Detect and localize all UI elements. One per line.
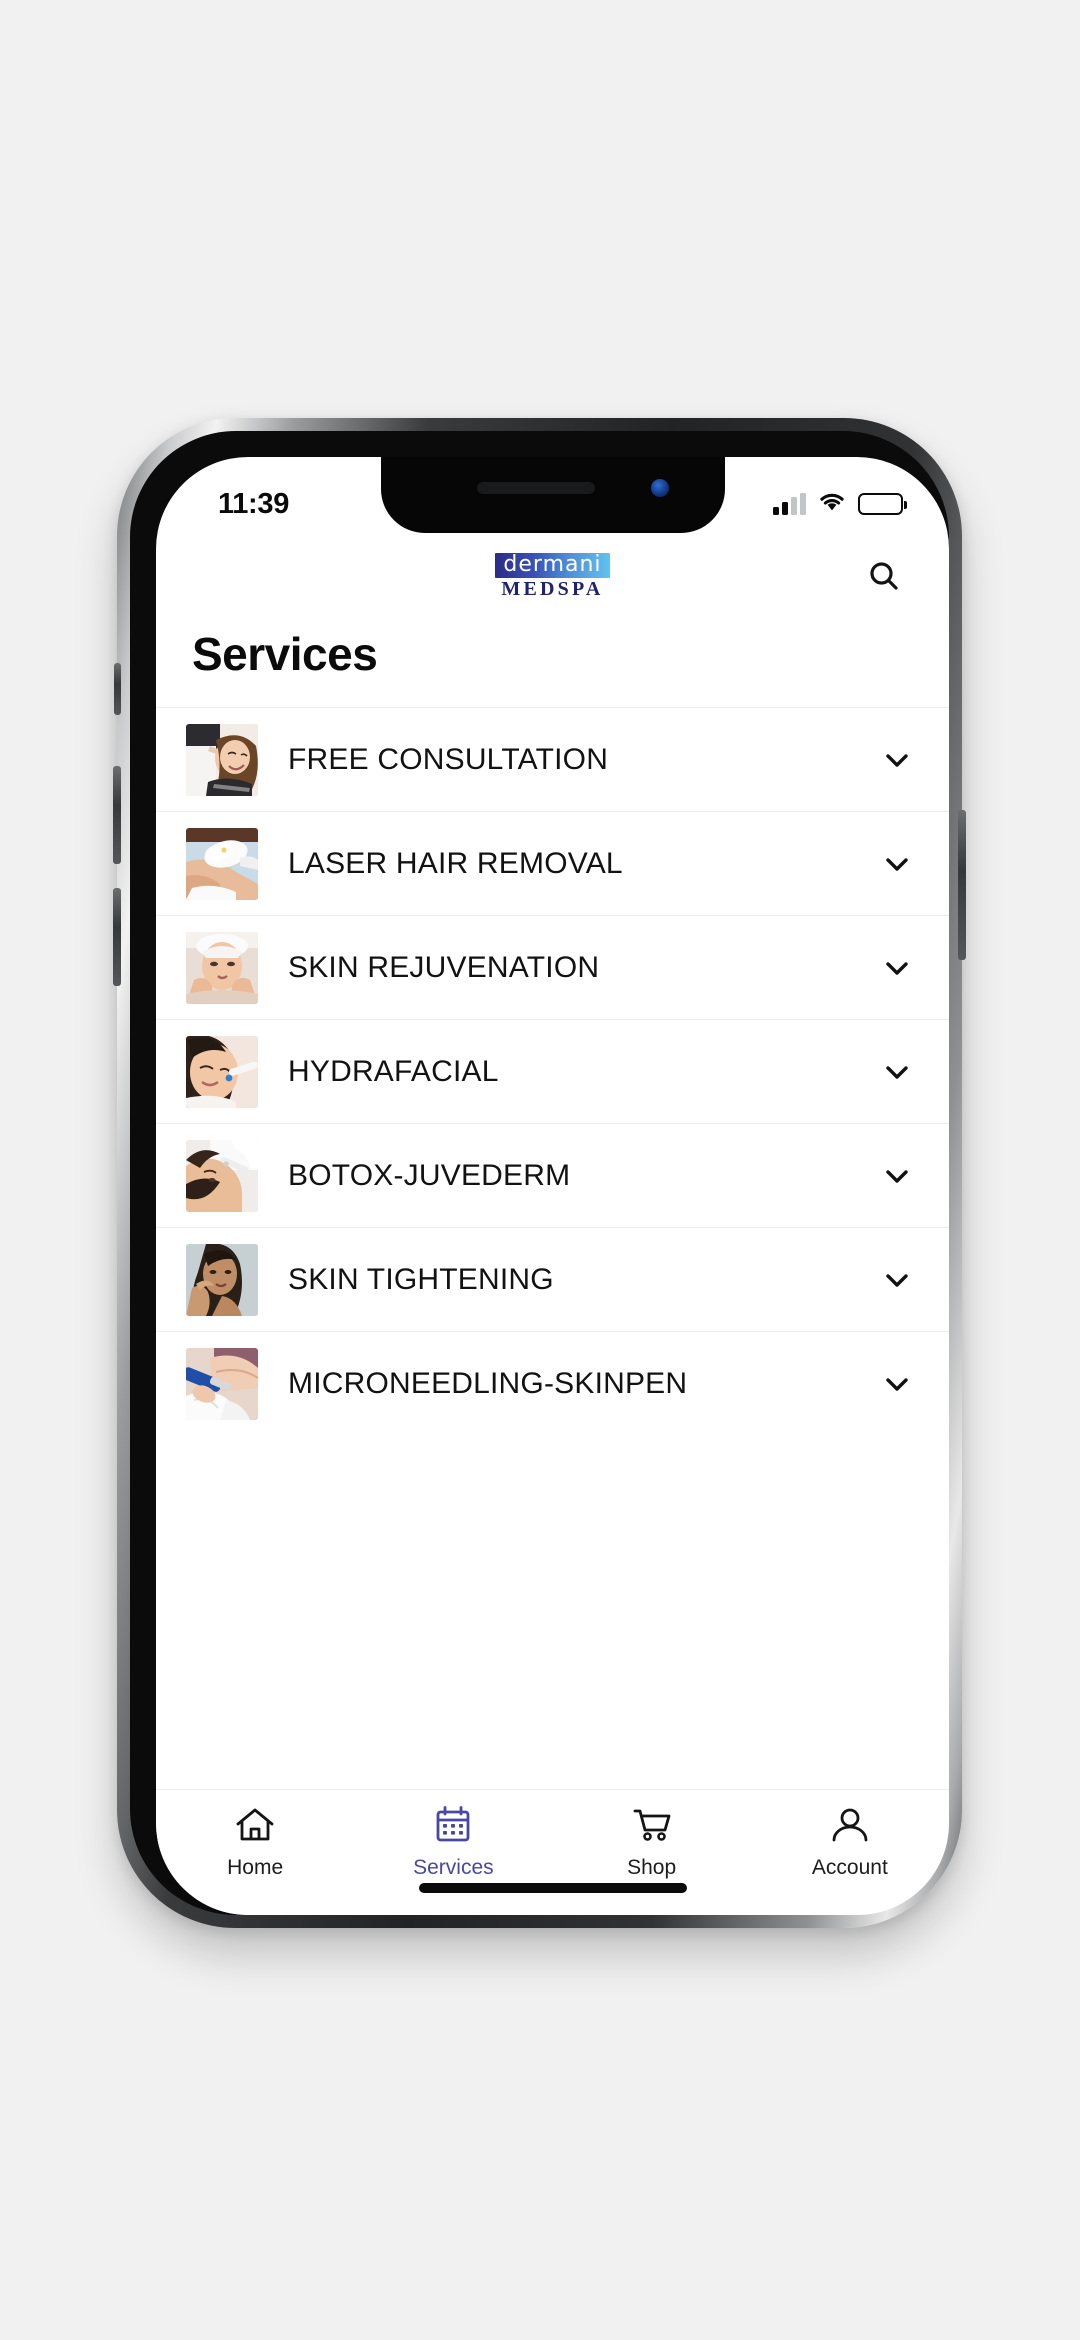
list-item[interactable]: LASER HAIR REMOVAL — [156, 811, 949, 915]
phone-bezel: 11:39 dermani MEDSPA Services FREE CONSU… — [130, 431, 949, 1915]
nav-label: Services — [413, 1856, 494, 1879]
service-label: HYDRAFACIAL — [288, 1054, 499, 1088]
search-icon[interactable] — [857, 549, 911, 603]
service-label: SKIN TIGHTENING — [288, 1262, 554, 1296]
silent-switch-button[interactable] — [114, 663, 121, 715]
cart-icon — [631, 1806, 673, 1849]
service-list: FREE CONSULTATION LASER HAIR REMOVAL SKI… — [156, 707, 949, 1435]
chevron-down-icon[interactable] — [877, 951, 917, 985]
service-thumbnail — [186, 1243, 258, 1316]
service-label: MICRONEEDLING-SKINPEN — [288, 1366, 688, 1400]
calendar-icon — [432, 1806, 474, 1849]
service-thumbnail — [186, 723, 258, 796]
earpiece-speaker — [476, 482, 595, 494]
phone-screen: 11:39 dermani MEDSPA Services FREE CONSU… — [156, 457, 949, 1915]
power-button[interactable] — [958, 810, 966, 960]
logo-primary-text: dermani — [495, 553, 610, 578]
cellular-signal-icon — [773, 492, 806, 515]
list-item[interactable]: BOTOX-JUVEDERM — [156, 1123, 949, 1227]
chevron-down-icon[interactable] — [877, 743, 917, 777]
phone-notch — [380, 457, 725, 533]
nav-item-account[interactable]: Account — [751, 1806, 949, 1880]
status-bar-indicators — [773, 491, 907, 517]
list-item[interactable]: SKIN TIGHTENING — [156, 1227, 949, 1331]
service-label: FREE CONSULTATION — [288, 742, 609, 776]
nav-label: Account — [811, 1856, 888, 1879]
nav-item-home[interactable]: Home — [156, 1806, 354, 1880]
chevron-down-icon[interactable] — [877, 1055, 917, 1089]
service-label: SKIN REJUVENATION — [288, 950, 600, 984]
screenshot-stage: 11:39 dermani MEDSPA Services FREE CONSU… — [0, 0, 1080, 2340]
list-item[interactable]: FREE CONSULTATION — [156, 707, 949, 811]
battery-icon — [858, 493, 907, 515]
service-thumbnail — [186, 1347, 258, 1420]
chevron-down-icon[interactable] — [877, 1367, 917, 1401]
volume-up-button[interactable] — [113, 766, 121, 864]
chevron-down-icon[interactable] — [877, 1159, 917, 1193]
nav-item-shop[interactable]: Shop — [553, 1806, 751, 1880]
volume-down-button[interactable] — [113, 888, 121, 986]
nav-label: Shop — [627, 1856, 677, 1879]
service-thumbnail — [186, 931, 258, 1004]
service-label: LASER HAIR REMOVAL — [288, 846, 623, 880]
service-thumbnail — [186, 1139, 258, 1212]
service-thumbnail — [186, 827, 258, 900]
home-icon — [234, 1806, 276, 1849]
nav-label: Home — [227, 1856, 284, 1879]
dermani-medspa-logo: dermani MEDSPA — [495, 553, 610, 600]
person-icon — [829, 1806, 871, 1849]
chevron-down-icon[interactable] — [877, 1263, 917, 1297]
home-indicator[interactable] — [418, 1883, 687, 1893]
logo-secondary-text: MEDSPA — [501, 578, 604, 600]
wifi-icon — [818, 491, 846, 517]
service-thumbnail — [186, 1035, 258, 1108]
list-item[interactable]: SKIN REJUVENATION — [156, 915, 949, 1019]
page-title: Services — [192, 628, 378, 680]
bottom-navigation-bar: Home Services Shop Account — [156, 1789, 949, 1915]
nav-item-services[interactable]: Services — [354, 1806, 552, 1880]
chevron-down-icon[interactable] — [877, 847, 917, 881]
app-header: dermani MEDSPA — [156, 533, 949, 619]
phone-device-frame: 11:39 dermani MEDSPA Services FREE CONSU… — [113, 418, 966, 1928]
status-bar-clock: 11:39 — [218, 487, 290, 520]
list-item[interactable]: MICRONEEDLING-SKINPEN — [156, 1331, 949, 1435]
service-label: BOTOX-JUVEDERM — [288, 1158, 571, 1192]
list-item[interactable]: HYDRAFACIAL — [156, 1019, 949, 1123]
front-camera-icon — [650, 479, 669, 497]
